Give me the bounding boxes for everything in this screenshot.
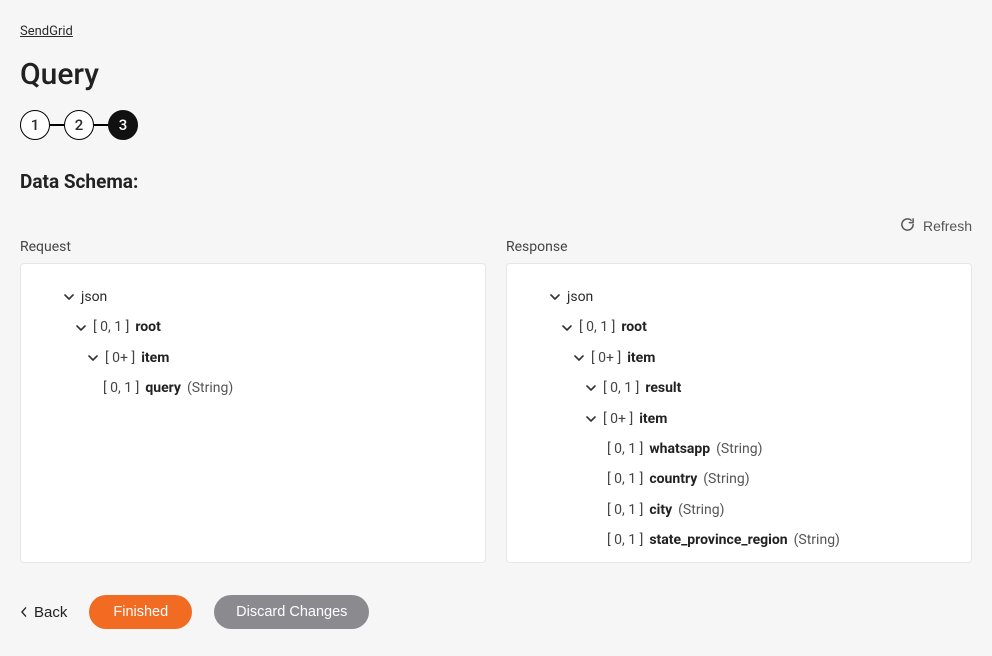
footer-actions: Back Finished Discard Changes bbox=[20, 595, 972, 629]
tree-node-name: state_province_region bbox=[649, 529, 787, 551]
request-panel-label: Request bbox=[20, 239, 486, 255]
page-title: Query bbox=[20, 57, 972, 92]
chevron-down-icon[interactable] bbox=[549, 291, 561, 303]
step-connector bbox=[50, 124, 64, 126]
tree-node-name: root bbox=[135, 316, 160, 338]
tree-node[interactable]: [ 0, 1 ] root bbox=[35, 312, 471, 342]
tree-node-name: item bbox=[627, 347, 655, 369]
section-title: Data Schema: bbox=[20, 170, 972, 193]
tree-node[interactable]: [ 0+ ] item bbox=[521, 343, 957, 373]
chevron-down-icon[interactable] bbox=[75, 322, 87, 334]
tree-node-type: (String) bbox=[716, 438, 762, 460]
tree-node-name: item bbox=[639, 408, 667, 430]
request-panel: Request json[ 0, 1 ] root[ 0+ ] item[ 0,… bbox=[20, 239, 486, 563]
discard-button[interactable]: Discard Changes bbox=[214, 595, 369, 629]
tree-node-type: (String) bbox=[703, 468, 749, 490]
tree-node: [ 0, 1 ] country (String) bbox=[521, 464, 957, 494]
back-button[interactable]: Back bbox=[20, 604, 67, 621]
tree-node-cardinality: [ 0, 1 ] bbox=[603, 377, 639, 399]
tree-node-cardinality: [ 0, 1 ] bbox=[607, 529, 643, 551]
tree-node-cardinality: [ 0, 1 ] bbox=[93, 316, 129, 338]
tree-node-cardinality: [ 0, 1 ] bbox=[607, 438, 643, 460]
tree-node-type: (String) bbox=[678, 560, 724, 563]
tree-node-name: item bbox=[141, 347, 169, 369]
refresh-button[interactable]: Refresh bbox=[900, 217, 972, 235]
step-3[interactable]: 3 bbox=[108, 110, 138, 140]
tree-node[interactable]: json bbox=[521, 282, 957, 312]
response-panel: Response json[ 0, 1 ] root[ 0+ ] item[ 0… bbox=[506, 239, 972, 563]
tree-node-cardinality: [ 0, 1 ] bbox=[103, 377, 139, 399]
breadcrumb[interactable]: SendGrid bbox=[20, 24, 73, 39]
tree-node-type: (String) bbox=[794, 529, 840, 551]
tree-node-cardinality: [ 0, 1 ] bbox=[607, 499, 643, 521]
tree-node[interactable]: [ 0, 1 ] result bbox=[521, 373, 957, 403]
request-tree: json[ 0, 1 ] root[ 0+ ] item[ 0, 1 ] que… bbox=[20, 263, 486, 563]
finished-button[interactable]: Finished bbox=[89, 595, 192, 629]
response-tree: json[ 0, 1 ] root[ 0+ ] item[ 0, 1 ] res… bbox=[506, 263, 972, 563]
step-1[interactable]: 1 bbox=[20, 110, 50, 140]
schema-panels: Request json[ 0, 1 ] root[ 0+ ] item[ 0,… bbox=[20, 239, 972, 563]
step-2[interactable]: 2 bbox=[64, 110, 94, 140]
refresh-label: Refresh bbox=[923, 218, 972, 234]
tree-node: [ 0, 1 ] query (String) bbox=[35, 373, 471, 403]
back-label: Back bbox=[34, 604, 67, 621]
refresh-icon bbox=[900, 217, 915, 235]
response-panel-label: Response bbox=[506, 239, 972, 255]
tree-node-cardinality: [ 0, 1 ] bbox=[579, 316, 615, 338]
tree-node-cardinality: [ 0+ ] bbox=[603, 408, 633, 430]
tree-node[interactable]: [ 0+ ] item bbox=[521, 404, 957, 434]
tree-node-cardinality: [ 0, 1 ] bbox=[607, 560, 643, 563]
tree-node-name: root bbox=[621, 316, 646, 338]
chevron-down-icon[interactable] bbox=[561, 322, 573, 334]
tree-node-name: line bbox=[649, 560, 672, 563]
chevron-down-icon[interactable] bbox=[63, 291, 75, 303]
step-connector bbox=[94, 124, 108, 126]
tree-node-type: (String) bbox=[678, 499, 724, 521]
chevron-left-icon bbox=[20, 604, 28, 621]
tree-node-name: query bbox=[145, 377, 181, 399]
tree-node: [ 0, 1 ] whatsapp (String) bbox=[521, 434, 957, 464]
chevron-down-icon[interactable] bbox=[573, 352, 585, 364]
chevron-down-icon[interactable] bbox=[87, 352, 99, 364]
tree-node[interactable]: [ 0+ ] item bbox=[35, 343, 471, 373]
chevron-down-icon[interactable] bbox=[585, 382, 597, 394]
tree-node[interactable]: json bbox=[35, 282, 471, 312]
tree-node: [ 0, 1 ] city (String) bbox=[521, 495, 957, 525]
tree-node: [ 0, 1 ] line (String) bbox=[521, 556, 957, 563]
tree-node-label: json bbox=[567, 286, 593, 308]
tree-node-type: (String) bbox=[187, 377, 233, 399]
tree-node-name: city bbox=[649, 499, 672, 521]
tree-node: [ 0, 1 ] state_province_region (String) bbox=[521, 525, 957, 555]
tree-node-name: result bbox=[645, 377, 681, 399]
tree-node-cardinality: [ 0+ ] bbox=[591, 347, 621, 369]
chevron-down-icon[interactable] bbox=[585, 413, 597, 425]
tree-node-label: json bbox=[81, 286, 107, 308]
tree-node-cardinality: [ 0+ ] bbox=[105, 347, 135, 369]
tree-node[interactable]: [ 0, 1 ] root bbox=[521, 312, 957, 342]
tree-node-cardinality: [ 0, 1 ] bbox=[607, 468, 643, 490]
tree-node-name: whatsapp bbox=[649, 438, 710, 460]
tree-node-name: country bbox=[649, 468, 697, 490]
stepper: 123 bbox=[20, 110, 972, 140]
